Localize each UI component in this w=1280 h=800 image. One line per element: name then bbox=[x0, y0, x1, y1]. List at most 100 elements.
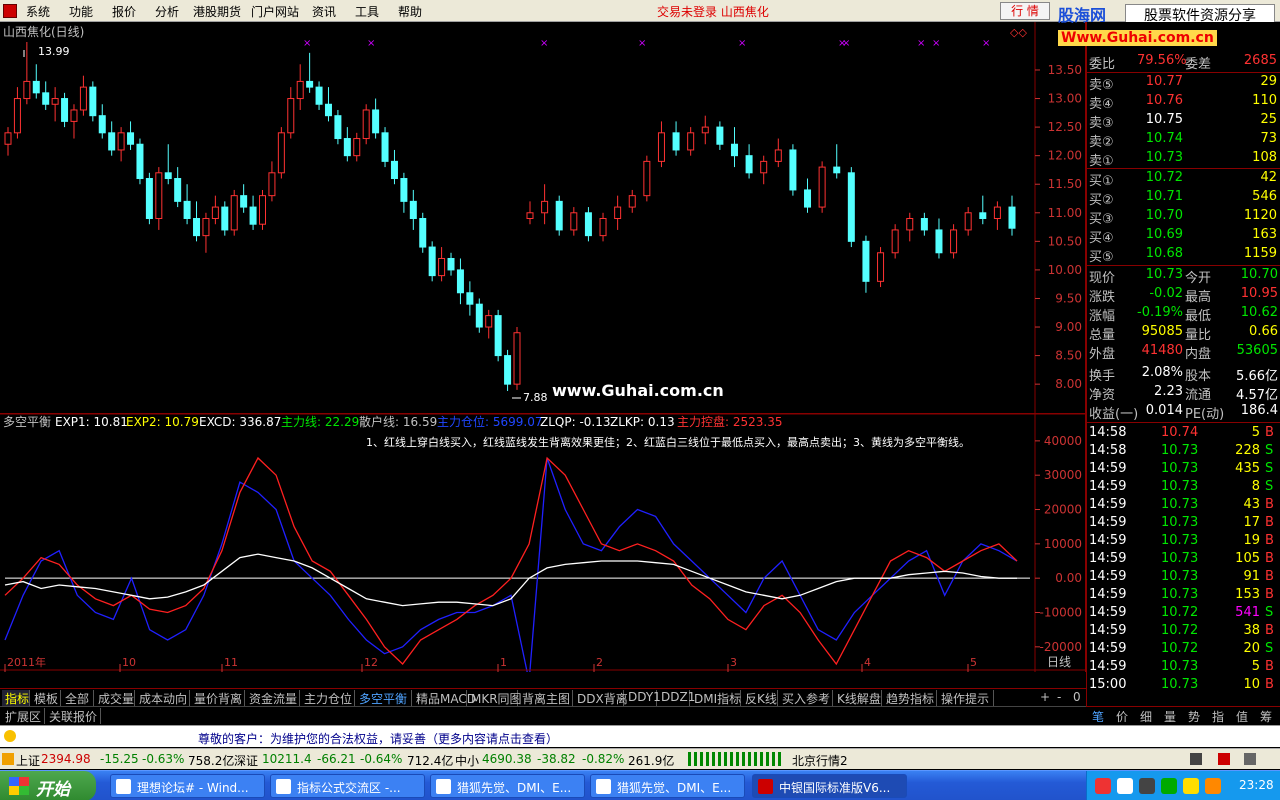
tab-7[interactable]: 主力仓位 bbox=[301, 690, 355, 706]
tab-16[interactable]: 反K线 bbox=[742, 690, 778, 706]
task-item[interactable]: 理想论坛# - Wind... bbox=[110, 774, 265, 798]
tray-monitor-icon[interactable] bbox=[1139, 778, 1155, 794]
kline-chart-panel[interactable]: 山西焦化(日线) 13.50 13.00 12.50 12.00 11.50 11.00 1… bbox=[0, 22, 1086, 414]
tab-1[interactable]: 模板 bbox=[31, 690, 61, 706]
right-tab-7[interactable]: 筹 bbox=[1260, 708, 1272, 725]
zlcw-value: 主力仓位: 5699.07 bbox=[437, 414, 542, 429]
task-item-active[interactable]: 中银国际标准版V6... bbox=[752, 774, 907, 798]
sell-level-volume: 110 bbox=[1252, 93, 1277, 108]
candle-body bbox=[372, 109, 380, 134]
tab-14[interactable]: DDZ1 bbox=[658, 690, 695, 706]
tab-11[interactable]: 背离主图 bbox=[519, 690, 573, 706]
y-tick-label: 11.00 bbox=[1048, 206, 1082, 220]
start-button[interactable]: 开始 bbox=[0, 771, 96, 800]
tab-0[interactable]: 指标 bbox=[2, 690, 30, 706]
tab-3[interactable]: 成交量 bbox=[95, 690, 135, 706]
menu-analysis[interactable]: 分析 bbox=[155, 3, 179, 20]
quote-mode-button[interactable]: 行 情 bbox=[1000, 2, 1050, 20]
server-label[interactable]: 北京行情2 bbox=[792, 752, 848, 769]
kline-chart[interactable]: 山西焦化(日线) 13.50 13.00 12.50 12.00 11.50 11.00 1… bbox=[0, 22, 1086, 414]
menu-system[interactable]: 系统 bbox=[26, 3, 50, 20]
tab-8[interactable]: 多空平衡 bbox=[356, 690, 412, 706]
right-tab-1[interactable]: 价 bbox=[1116, 708, 1128, 725]
tab-9[interactable]: 精品MACD bbox=[413, 690, 476, 706]
right-tab-3[interactable]: 量 bbox=[1164, 708, 1176, 725]
candle-body bbox=[98, 115, 106, 134]
tab-12[interactable]: DDX背离 bbox=[574, 690, 628, 706]
tab-20[interactable]: 操作提示 bbox=[938, 690, 994, 706]
candle-body bbox=[183, 200, 191, 219]
low-label: 7.88 bbox=[523, 391, 548, 404]
candle-body bbox=[136, 143, 144, 180]
candle-body bbox=[409, 200, 417, 219]
task-item[interactable]: 猎狐先觉、DMI、E... bbox=[430, 774, 585, 798]
settings-diamond-icon[interactable]: ◇◇ bbox=[1010, 26, 1027, 39]
task-item[interactable]: 猎狐先觉、DMI、E... bbox=[590, 774, 745, 798]
tab-13[interactable]: DDY1 bbox=[625, 690, 661, 706]
zx-label: 中小 bbox=[455, 754, 480, 768]
candle-body bbox=[306, 80, 314, 88]
indicator-chart[interactable]: 多空平衡 EXP1: 10.81 EXP2: 10.79 EXCD: 336.8… bbox=[0, 413, 1086, 682]
tab-17[interactable]: 买入参考 bbox=[779, 690, 833, 706]
indicator-panel[interactable]: 多空平衡 EXP1: 10.81 EXP2: 10.79 EXCD: 336.8… bbox=[0, 413, 1086, 682]
tick-price: 10.73 bbox=[1161, 479, 1199, 494]
stat-value: 4.57亿 bbox=[1236, 388, 1278, 403]
status-bar: 上证 2394.98 -15.25 -0.63% 758.2亿 深证 10211… bbox=[0, 748, 1280, 769]
notice-bar[interactable]: 尊敬的客户：为维护您的合法权益，请妥善（更多内容请点击查看） bbox=[0, 725, 1280, 747]
tick-row: 14:59 10.72 20 S bbox=[1087, 640, 1280, 659]
menu-help[interactable]: 帮助 bbox=[398, 3, 422, 20]
tab-5[interactable]: 量价背离 bbox=[191, 690, 245, 706]
menu-portal[interactable]: 门户网站 bbox=[251, 3, 299, 20]
tab-reset-button[interactable]: 0 bbox=[1073, 690, 1081, 704]
tick-volume: 541 bbox=[1235, 605, 1260, 620]
candle-body bbox=[296, 80, 304, 100]
stat-value: 41480 bbox=[1141, 343, 1183, 358]
tab-15[interactable]: DMI指标 bbox=[691, 690, 741, 706]
signal-mark: × bbox=[303, 38, 311, 49]
start-label: 开始 bbox=[36, 780, 70, 800]
menu-function[interactable]: 功能 bbox=[69, 3, 93, 20]
right-tab-2[interactable]: 细 bbox=[1140, 708, 1152, 725]
task-label: 理想论坛# - Wind... bbox=[137, 781, 249, 795]
right-tab-4[interactable]: 势 bbox=[1188, 708, 1200, 725]
menu-hk-futures[interactable]: 港股期货 bbox=[193, 3, 241, 20]
menu-tools[interactable]: 工具 bbox=[355, 3, 379, 20]
candle-body bbox=[287, 98, 295, 134]
tab-18[interactable]: K线解盘 bbox=[834, 690, 882, 706]
menu-news[interactable]: 资讯 bbox=[312, 3, 336, 20]
tick-price: 10.73 bbox=[1161, 515, 1199, 530]
tab-remove-button[interactable]: - bbox=[1057, 690, 1061, 704]
right-tab-5[interactable]: 指 bbox=[1212, 708, 1224, 725]
status-net-icon[interactable] bbox=[1244, 753, 1256, 765]
tray-help-icon[interactable] bbox=[1117, 778, 1133, 794]
tab-6[interactable]: 资金流量 bbox=[246, 690, 300, 706]
tab-related-quote[interactable]: 关联报价 bbox=[46, 708, 102, 724]
tick-time: 14:59 bbox=[1089, 641, 1127, 656]
status-alert-icon[interactable] bbox=[1218, 753, 1230, 765]
right-tab-0[interactable]: 笔 bbox=[1092, 708, 1104, 725]
stock-app-window: 系统 功能 报价 分析 港股期货 门户网站 资讯 工具 帮助 交易未登录 山西焦… bbox=[0, 0, 1280, 800]
x-tick-label: 3 bbox=[730, 656, 737, 669]
tick-side: S bbox=[1265, 479, 1274, 494]
candle-body bbox=[716, 126, 724, 145]
clock[interactable]: 23:28 bbox=[1239, 778, 1274, 792]
menu-quote[interactable]: 报价 bbox=[112, 3, 136, 20]
tab-19[interactable]: 趋势指标 bbox=[883, 690, 937, 706]
period-label[interactable]: 日线 bbox=[1047, 655, 1071, 669]
task-item[interactable]: 指标公式交流区 -... bbox=[270, 774, 425, 798]
tray-volume-icon[interactable] bbox=[1183, 778, 1199, 794]
candle-body bbox=[475, 303, 483, 328]
tab-extension[interactable]: 扩展区 bbox=[2, 708, 46, 724]
tab-2[interactable]: 全部 bbox=[62, 690, 94, 706]
notice-message[interactable]: 尊敬的客户：为维护您的合法权益，请妥善（更多内容请点击查看） bbox=[198, 730, 558, 747]
tab-add-button[interactable]: + bbox=[1040, 690, 1050, 704]
tray-app-icon[interactable] bbox=[1095, 778, 1111, 794]
tick-row: 14:59 10.73 153 B bbox=[1087, 586, 1280, 605]
tab-4[interactable]: 成本动向 bbox=[136, 690, 190, 706]
tab-10[interactable]: MKR同图 bbox=[468, 690, 522, 706]
tray-network-icon[interactable] bbox=[1205, 778, 1221, 794]
status-tool-icon[interactable] bbox=[1190, 753, 1202, 765]
tray-shield-icon[interactable] bbox=[1161, 778, 1177, 794]
right-tab-6[interactable]: 值 bbox=[1236, 708, 1248, 725]
candle-body bbox=[730, 143, 738, 157]
